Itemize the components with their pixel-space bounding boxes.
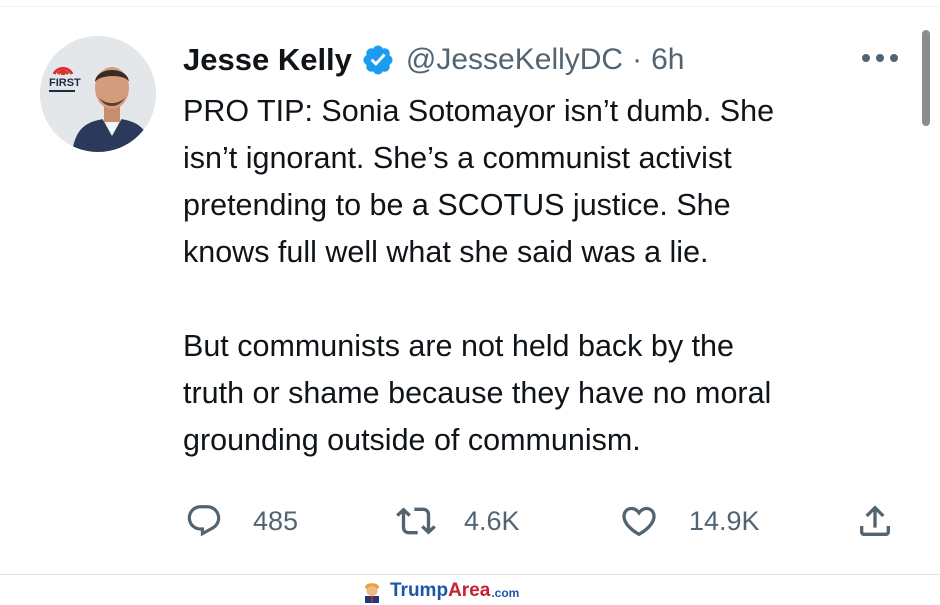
bottom-divider (0, 574, 940, 575)
tweet-line: truth or shame because they have no mora… (183, 376, 772, 410)
tweet-header: Jesse Kelly @JesseKellyDC · 6h (183, 38, 684, 82)
more-dot (876, 54, 884, 62)
retweet-icon (396, 507, 436, 535)
tweet-line: PRO TIP: Sonia Sotomayor isn’t dumb. She (183, 94, 775, 128)
tweet-text: PRO TIP: Sonia Sotomayor isn’t dumb. She… (183, 88, 883, 464)
reply-icon (187, 505, 221, 537)
tweet-timestamp[interactable]: 6h (651, 43, 684, 77)
more-options-icon[interactable] (862, 48, 898, 68)
action-bar: 485 4.6K 14.9K (183, 500, 903, 542)
author-handle[interactable]: @JesseKellyDC (406, 43, 623, 77)
tweet-line: knows full well what she said was a lie. (183, 235, 709, 269)
avatar[interactable]: FIRST (40, 36, 156, 152)
avatar-photo: FIRST (40, 36, 156, 152)
tweet-line: But communists are not held back by the (183, 329, 734, 363)
more-dot (890, 54, 898, 62)
watermark-brand-b: Area (448, 580, 491, 601)
tweet-line: grounding outside of communism. (183, 423, 641, 457)
avatar-badge-text: FIRST (49, 77, 81, 89)
reply-count: 485 (253, 505, 299, 536)
retweet-button[interactable]: 4.6K (396, 500, 520, 542)
watermark-brand: TrumpArea (390, 580, 490, 602)
verified-badge-icon (363, 45, 393, 75)
like-button[interactable]: 14.9K (619, 500, 760, 542)
share-icon (860, 505, 890, 536)
tweet-line: pretending to be a SCOTUS justice. She (183, 188, 731, 222)
share-button[interactable] (855, 500, 895, 542)
reply-button[interactable]: 485 (185, 500, 298, 542)
scrollbar-thumb[interactable] (922, 30, 930, 126)
heart-icon (622, 506, 656, 537)
top-divider (0, 6, 940, 7)
more-dot (862, 54, 870, 62)
author-name[interactable]: Jesse Kelly (183, 42, 352, 78)
tweet-line: isn’t ignorant. She’s a communist activi… (183, 141, 732, 175)
watermark: TrumpArea .com (360, 578, 519, 604)
like-count: 14.9K (689, 505, 760, 536)
watermark-brand-a: Trump (390, 580, 449, 601)
retweet-count: 4.6K (464, 505, 520, 536)
header-separator: · (632, 43, 643, 76)
watermark-tld: .com (491, 586, 520, 600)
mascot-icon (365, 583, 379, 603)
